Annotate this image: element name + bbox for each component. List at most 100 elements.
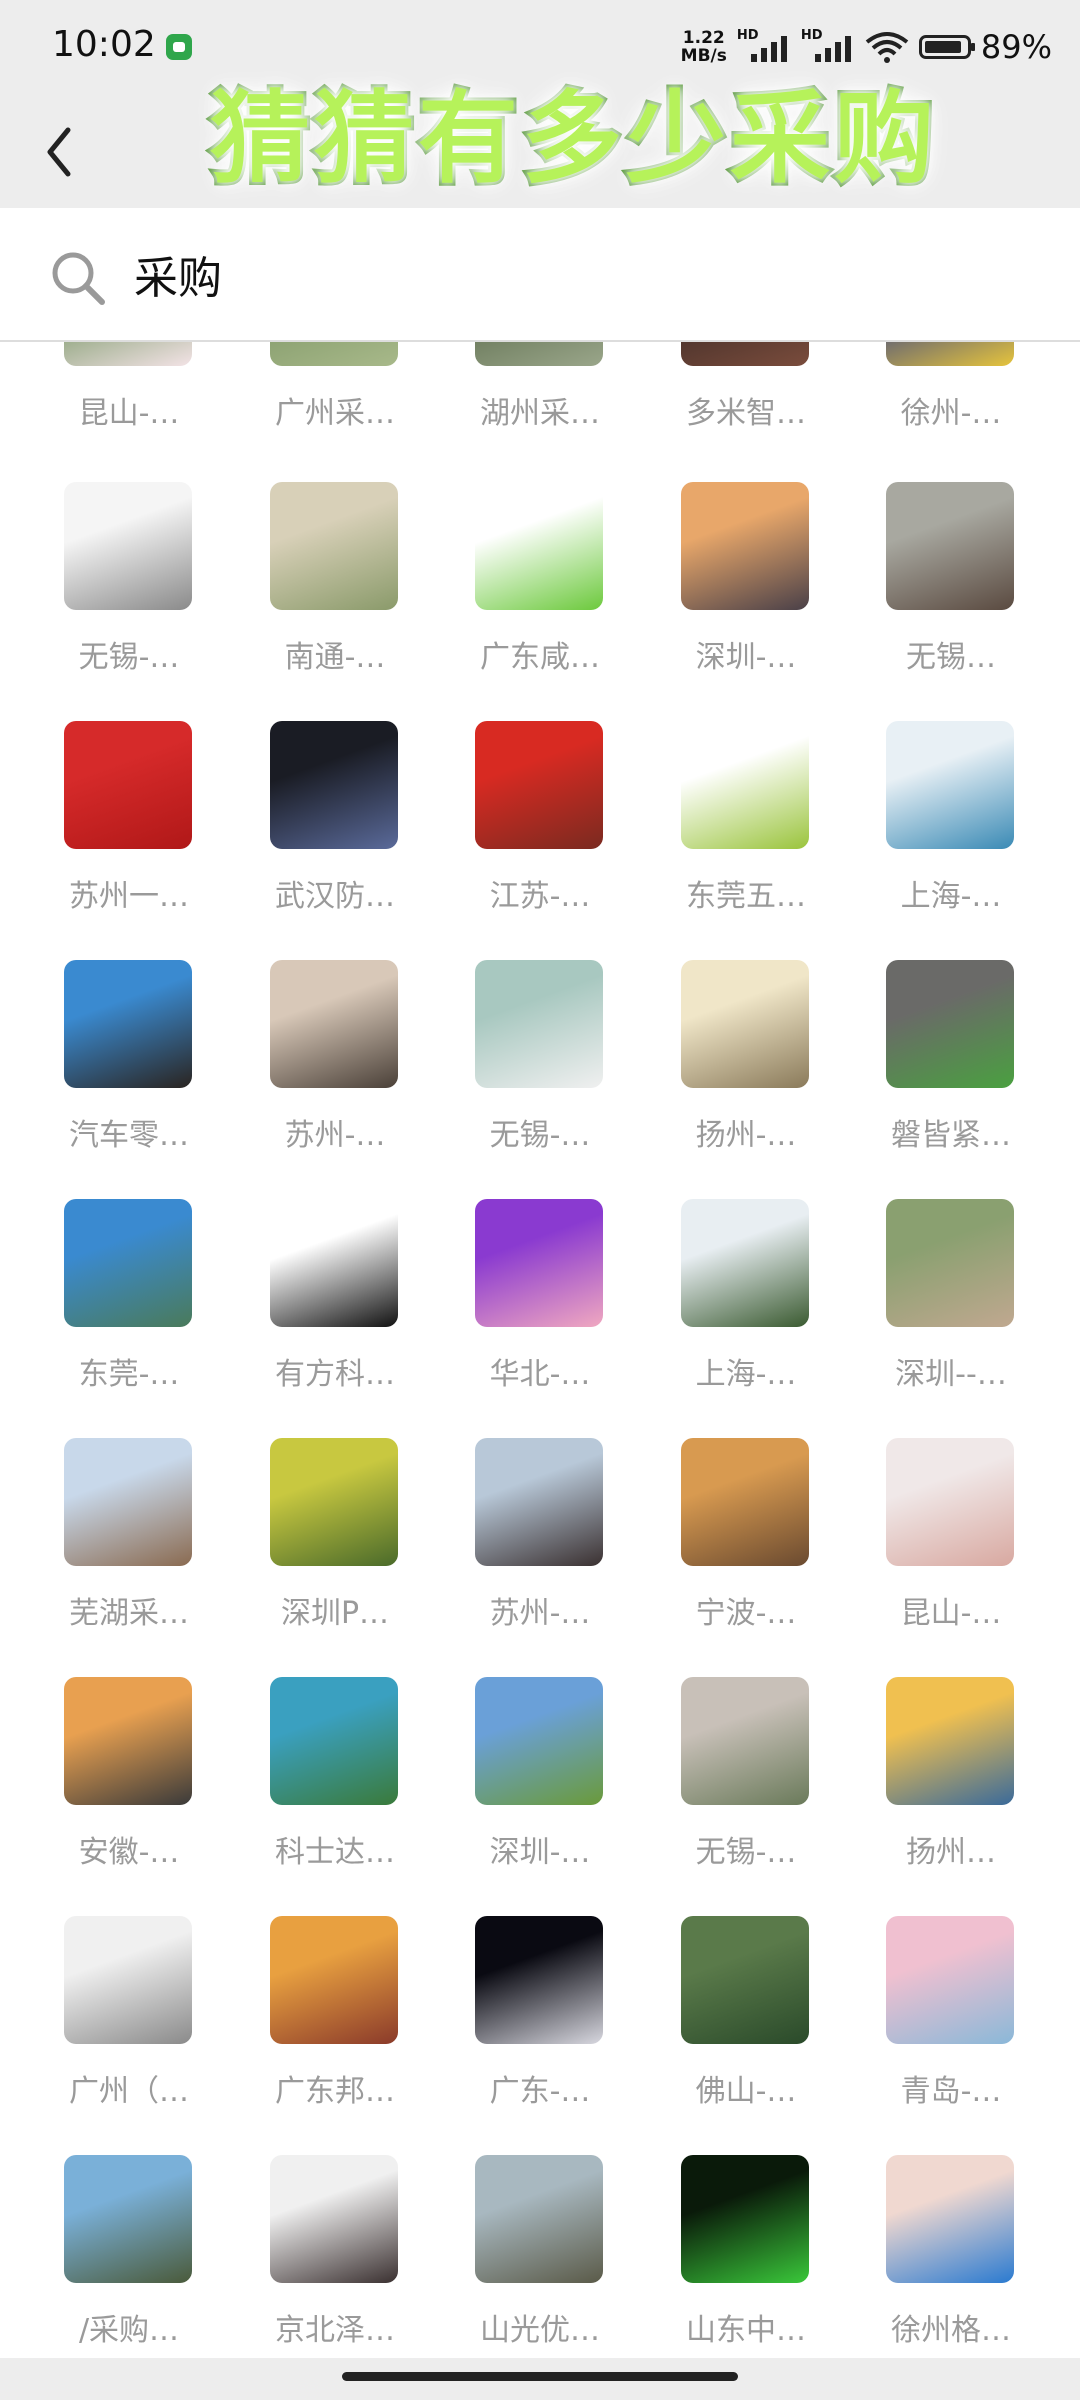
contact-item[interactable]: 无锡… (885, 482, 1035, 720)
contact-item[interactable]: /采购… (63, 2155, 213, 2358)
contact-item[interactable]: 广州（… (63, 1916, 213, 2154)
contact-name: 扬州-… (695, 1118, 797, 1153)
contact-name: 苏州-… (489, 1596, 591, 1631)
contact-name: 湖州采… (480, 396, 600, 431)
contact-avatar (64, 1438, 192, 1566)
contact-avatar (475, 1916, 603, 2044)
contact-item[interactable]: 深圳P… (269, 1438, 419, 1676)
contact-item[interactable]: 苏州一… (63, 721, 213, 959)
contact-item[interactable]: 深圳-… (474, 1677, 624, 1915)
contact-item[interactable]: 芜湖采… (63, 1438, 213, 1676)
contact-avatar (64, 482, 192, 610)
network-speed-value: 1.22 (682, 28, 725, 48)
grid-row: 东莞-… 有方科… 华北-… 上海-… 深圳--… (0, 1199, 1080, 1437)
contact-name: 深圳--… (895, 1357, 1007, 1392)
search-bar (0, 208, 1080, 342)
contact-name: 科士达… (275, 1835, 395, 1870)
contact-avatar (270, 482, 398, 610)
contact-name: 徐州格… (891, 2313, 1011, 2348)
contact-avatar (681, 1199, 809, 1327)
contact-name: 广东咸… (480, 640, 600, 675)
contact-item[interactable]: 昆山-… (885, 1438, 1035, 1676)
contact-item[interactable]: 东莞-… (63, 1199, 213, 1437)
contact-item[interactable]: 上海-… (680, 1199, 830, 1437)
contact-item[interactable]: 广东咸… (474, 482, 624, 720)
status-indicators: 1.22 MB/s HD HD 89% (681, 22, 1052, 72)
contact-item[interactable]: 磐皆紧… (885, 960, 1035, 1198)
contact-name: 山光优… (480, 2313, 600, 2348)
contact-name: 深圳P… (280, 1596, 390, 1631)
contact-item[interactable]: 广州采… (269, 342, 419, 476)
contact-name: 无锡… (906, 640, 996, 675)
contact-item[interactable]: 安徽-… (63, 1677, 213, 1915)
contact-item[interactable]: 武汉防… (269, 721, 419, 959)
contact-item[interactable]: 徐州格… (885, 2155, 1035, 2358)
contact-item[interactable]: 徐州-… (885, 342, 1035, 476)
contact-item[interactable]: 苏州-… (269, 960, 419, 1198)
contact-name: 安徽-… (78, 1835, 180, 1870)
contact-name: 无锡-… (78, 640, 180, 675)
contact-name: 广东-… (489, 2074, 591, 2109)
contact-avatar (886, 2155, 1014, 2283)
contact-avatar (886, 1677, 1014, 1805)
network-speed: 1.22 MB/s (681, 29, 727, 65)
contact-avatar (270, 1199, 398, 1327)
wechat-notification-icon (166, 34, 192, 60)
contact-avatar (681, 482, 809, 610)
contact-name: 宁波-… (695, 1596, 797, 1631)
contact-name: 深圳-… (695, 640, 797, 675)
contact-avatar (886, 721, 1014, 849)
contact-item[interactable]: 宁波-… (680, 1438, 830, 1676)
contact-item[interactable]: 山光优… (474, 2155, 624, 2358)
contact-item[interactable]: 扬州… (885, 1677, 1035, 1915)
contact-item[interactable]: 上海-… (885, 721, 1035, 959)
contact-item[interactable]: 南通-… (269, 482, 419, 720)
contact-item[interactable]: 无锡-… (63, 482, 213, 720)
contact-item[interactable]: 广东-… (474, 1916, 624, 2154)
contact-avatar (270, 1916, 398, 2044)
contact-item[interactable]: 无锡-… (680, 1677, 830, 1915)
contact-name: 芜湖采… (69, 1596, 189, 1631)
back-button[interactable] (22, 114, 98, 190)
contact-item[interactable]: 华北-… (474, 1199, 624, 1437)
contact-item[interactable]: 山东中… (680, 2155, 830, 2358)
contact-item[interactable]: 汽车零… (63, 960, 213, 1198)
contact-name: /采购… (78, 2313, 180, 2348)
contact-item[interactable]: 湖州采… (474, 342, 624, 476)
contact-item[interactable]: 佛山-… (680, 1916, 830, 2154)
contact-item[interactable]: 昆山-… (63, 342, 213, 476)
grid-row: 汽车零… 苏州-… 无锡-… 扬州-… 磐皆紧… (0, 960, 1080, 1198)
contact-avatar (681, 1677, 809, 1805)
contact-item[interactable]: 扬州-… (680, 960, 830, 1198)
contact-item[interactable]: 东莞五… (680, 721, 830, 959)
contact-item[interactable]: 广东邦… (269, 1916, 419, 2154)
contact-item[interactable]: 深圳-… (680, 482, 830, 720)
grid-row: 昆山-… 广州采… 湖州采… 多米智… 徐州-… (0, 342, 1080, 476)
grid-row: 广州（… 广东邦… 广东-… 佛山-… 青岛-… (0, 1916, 1080, 2154)
overlay-caption: 猜猜有多少采购 (207, 77, 938, 200)
contact-item[interactable]: 多米智… (680, 342, 830, 476)
battery-icon (918, 35, 975, 59)
contact-name: 东莞五… (686, 879, 806, 914)
contact-item[interactable]: 京北泽… (269, 2155, 419, 2358)
contact-avatar (886, 960, 1014, 1088)
contact-item[interactable]: 科士达… (269, 1677, 419, 1915)
network-speed-unit: MB/s (680, 46, 727, 66)
contact-item[interactable]: 无锡-… (474, 960, 624, 1198)
contact-name: 无锡-… (695, 1835, 797, 1870)
search-input[interactable] (134, 248, 934, 299)
contact-avatar (475, 1199, 603, 1327)
contact-item[interactable]: 深圳--… (885, 1199, 1035, 1437)
home-indicator[interactable] (342, 2372, 738, 2381)
contact-avatar (64, 1199, 192, 1327)
contact-item[interactable]: 青岛-… (885, 1916, 1035, 2154)
contact-avatar (64, 1916, 192, 2044)
contact-item[interactable]: 苏州-… (474, 1438, 624, 1676)
contact-name: 昆山-… (900, 1596, 1002, 1631)
contact-item[interactable]: 江苏-… (474, 721, 624, 959)
sim1-hd-label: HD (736, 28, 759, 43)
contact-name: 广州（… (69, 2074, 189, 2109)
contact-item[interactable]: 有方科… (269, 1199, 419, 1437)
contact-name: 汽车零… (69, 1118, 189, 1153)
contact-avatar (475, 1438, 603, 1566)
